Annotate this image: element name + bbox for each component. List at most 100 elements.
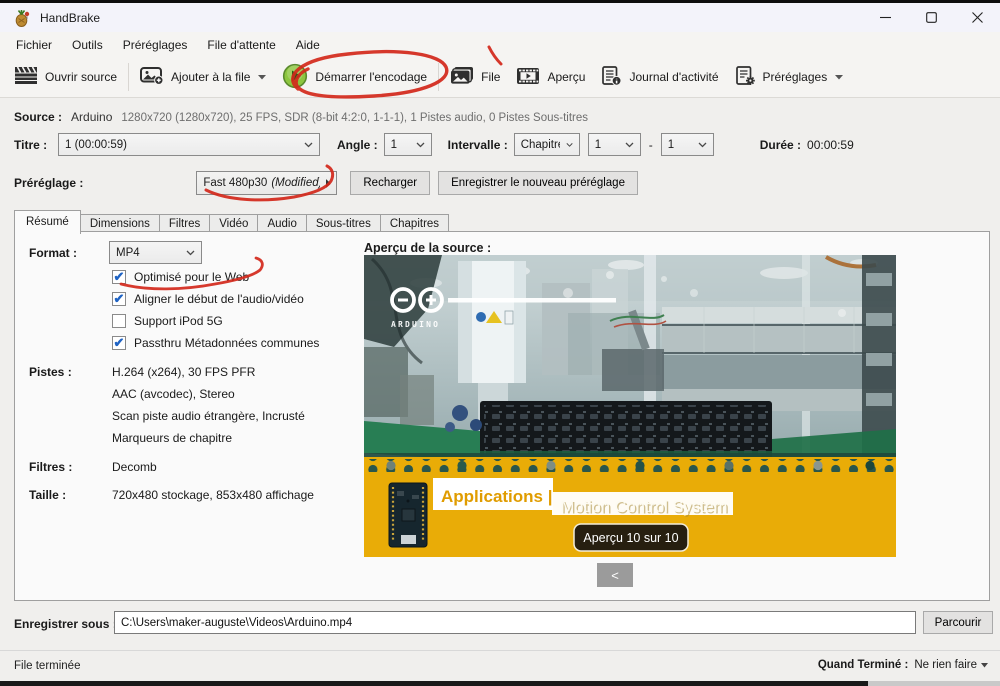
toolbar-separator	[128, 63, 130, 91]
title-label: Titre :	[14, 137, 48, 152]
duration-label: Durée :	[759, 137, 802, 152]
checkbox-box	[112, 314, 126, 328]
range-label: Intervalle :	[447, 137, 508, 152]
menu-aide[interactable]: Aide	[286, 34, 330, 56]
destination-path-input[interactable]	[114, 611, 916, 634]
checkbox-label: Aligner le début de l'audio/vidéo	[134, 292, 304, 306]
chevron-down-icon	[304, 142, 313, 147]
when-done-label: Quand Terminé :	[817, 659, 909, 671]
maximize-button[interactable]	[908, 3, 954, 32]
format-select[interactable]: MP4	[109, 241, 202, 264]
checkbox-label: Support iPod 5G	[134, 314, 223, 328]
reload-preset-button[interactable]: Recharger	[350, 171, 431, 195]
when-done-control[interactable]: Quand Terminé : Ne rien faire	[818, 659, 988, 671]
check-icon: ✔	[113, 290, 125, 306]
checkbox-label: Passthru Métadonnées communes	[134, 336, 320, 350]
toolbar-separator	[438, 63, 440, 91]
when-done-select[interactable]: Ne rien faire	[914, 659, 988, 671]
range-from-select[interactable]: 1	[587, 133, 641, 156]
queue-button[interactable]: File	[442, 61, 508, 93]
title-select[interactable]: 1 (00:00:59)	[58, 133, 320, 156]
menu-fichier[interactable]: Fichier	[6, 34, 62, 56]
range-type-select[interactable]: Chapitres	[513, 133, 580, 156]
checkbox-box: ✔	[112, 336, 126, 350]
source-preview-image: Applications | Motion Control System Mot…	[364, 255, 896, 557]
browse-button[interactable]: Parcourir	[923, 611, 993, 634]
arduino-logo-text: ARDUINO	[391, 320, 440, 329]
checkbox-ipod-5g[interactable]: Support iPod 5G	[112, 312, 223, 330]
titlebar: HandBrake	[0, 3, 1000, 32]
banner-subtitle: Motion Control System	[561, 498, 728, 516]
chevron-down-icon	[566, 142, 573, 147]
open-source-button[interactable]: Ouvrir source	[6, 61, 125, 93]
tab-resume[interactable]: Résumé	[14, 210, 81, 234]
statusbar: File terminée Quand Terminé : Ne rien fa…	[0, 650, 1000, 681]
format-value: MP4	[116, 246, 140, 259]
checkbox-box: ✔	[112, 270, 126, 284]
chevron-down-icon	[835, 74, 844, 80]
toolbar: Ouvrir source Ajouter à la file Démarrer…	[0, 57, 1000, 98]
source-details: 1280x720 (1280x720), 25 FPS, SDR (8-bit …	[121, 112, 589, 124]
menubar: Fichier Outils Préréglages File d'attent…	[0, 32, 1000, 57]
chevron-down-icon	[981, 662, 988, 667]
angle-select[interactable]: 1	[383, 133, 432, 156]
close-button[interactable]	[954, 3, 1000, 32]
angle-select-value: 1	[390, 138, 398, 151]
source-label: Source :	[14, 110, 63, 124]
check-icon: ✔	[113, 334, 125, 350]
clapperboard-icon	[14, 66, 38, 88]
track-line: AAC (avcodec), Stereo	[112, 387, 235, 401]
chevron-down-icon	[625, 142, 634, 147]
add-to-queue-button[interactable]: Ajouter à la file	[132, 62, 274, 93]
play-icon	[282, 63, 308, 92]
range-to-select[interactable]: 1	[660, 133, 714, 156]
bottom-edge-strip	[0, 681, 1000, 686]
source-name: Arduino	[71, 110, 113, 124]
banner-title: Applications |	[441, 487, 553, 506]
range-type-value: Chapitres	[520, 138, 560, 151]
preset-select[interactable]: Fast 480p30 (Modified)	[196, 171, 338, 195]
duration-value: 00:00:59	[807, 137, 854, 152]
filmstrip-play-icon	[516, 67, 540, 88]
handbrake-logo-icon	[13, 9, 31, 27]
checkbox-box: ✔	[112, 292, 126, 306]
check-icon: ✔	[113, 268, 125, 284]
menu-prereglages[interactable]: Préréglages	[113, 34, 198, 56]
activity-log-button[interactable]: Journal d'activité	[593, 61, 726, 94]
range-separator: -	[648, 137, 653, 152]
preview-counter-label: Aperçu 10 sur 10	[583, 531, 678, 545]
save-new-preset-button[interactable]: Enregistrer le nouveau préréglage	[438, 171, 638, 195]
preview-counter-badge: Aperçu 10 sur 10	[573, 523, 689, 552]
angle-label: Angle :	[337, 137, 378, 152]
start-encode-button[interactable]: Démarrer l'encodage	[274, 58, 435, 97]
menu-file-attente[interactable]: File d'attente	[197, 34, 285, 56]
preset-value: Fast 480p30 (Modified)	[203, 177, 319, 189]
range-from-value: 1	[594, 138, 602, 151]
title-select-value: 1 (00:00:59)	[65, 138, 128, 151]
presets-button[interactable]: Préréglages	[727, 61, 852, 94]
activity-log-label: Journal d'activité	[629, 70, 719, 84]
presets-gear-icon	[735, 65, 756, 89]
checkbox-align-av-start[interactable]: ✔ Aligner le début de l'audio/vidéo	[112, 290, 304, 308]
checkbox-web-optimized[interactable]: ✔ Optimisé pour le Web	[112, 268, 249, 286]
open-source-label: Ouvrir source	[45, 70, 118, 84]
range-to-value: 1	[667, 138, 675, 151]
menu-outils[interactable]: Outils	[62, 34, 113, 56]
activity-log-icon	[601, 65, 622, 89]
preset-modified-tag: (Modified)	[271, 177, 320, 189]
checkbox-passthru-metadata[interactable]: ✔ Passthru Métadonnées communes	[112, 334, 319, 352]
queue-label: File	[481, 70, 501, 84]
previous-preview-button[interactable]: <	[597, 563, 633, 587]
size-label: Taille :	[29, 488, 67, 502]
start-encode-label: Démarrer l'encodage	[315, 70, 428, 84]
window-controls	[862, 3, 1000, 32]
queue-status-text: File terminée	[14, 660, 81, 672]
format-label: Format :	[29, 246, 77, 260]
preview-label: Aperçu	[547, 70, 586, 84]
preview-button[interactable]: Aperçu	[508, 62, 593, 93]
preset-label: Préréglage :	[14, 176, 84, 190]
size-value: 720x480 stockage, 853x480 affichage	[112, 488, 314, 502]
minimize-button[interactable]	[862, 3, 908, 32]
checkbox-label: Optimisé pour le Web	[134, 270, 250, 284]
handbrake-window: HandBrake Fichier Outils Préréglages Fil…	[0, 0, 1000, 686]
